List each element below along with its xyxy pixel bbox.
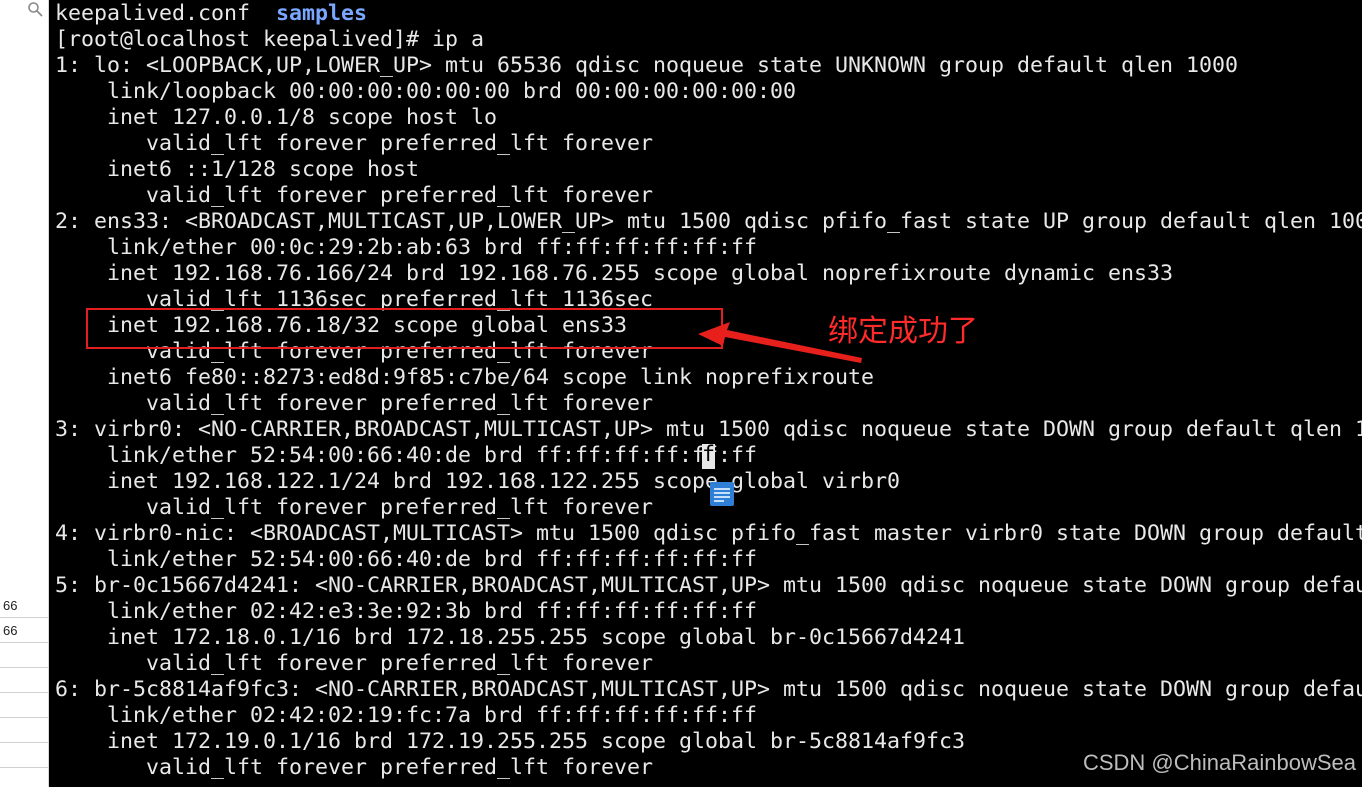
- terminal-line: 3: virbr0: <NO-CARRIER,BROADCAST,MULTICA…: [55, 417, 1362, 442]
- terminal-line: valid_lft forever preferred_lft forever: [146, 651, 654, 676]
- note-icon[interactable]: [709, 480, 735, 508]
- sidebar-cell: [0, 694, 48, 718]
- terminal-line: link/ether 00:0c:29:2b:ab:63 brd ff:ff:f…: [107, 235, 758, 260]
- terminal-line: 5: br-0c15667d4241: <NO-CARRIER,BROADCAS…: [55, 573, 1362, 598]
- screen: 66 66 keepalived.conf samples [root@loca…: [0, 0, 1362, 787]
- terminal-line: link/ether 02:42:e3:3e:92:3b brd ff:ff:f…: [107, 599, 758, 624]
- terminal-line: link/ether 52:54:00:66:40:de brd ff:ff:f…: [107, 547, 758, 572]
- left-sidebar: 66 66: [0, 0, 49, 787]
- sidebar-cell: [0, 744, 48, 768]
- terminal-output: keepalived.conf samples [root@localhost …: [55, 1, 1362, 781]
- terminal-line: inet 172.18.0.1/16 brd 172.18.255.255 sc…: [107, 625, 966, 650]
- file-name: keepalived.conf: [55, 1, 251, 26]
- sidebar-cell: [0, 719, 48, 743]
- terminal-prompt-line: [root@localhost keepalived]# ip a: [55, 27, 485, 52]
- sidebar-cell: 66: [0, 619, 48, 643]
- sidebar-cell: [0, 669, 48, 693]
- terminal-line: valid_lft forever preferred_lft forever: [146, 391, 654, 416]
- annotation-text: 绑定成功了: [828, 314, 978, 349]
- terminal-line: valid_lft forever preferred_lft forever: [146, 131, 654, 156]
- terminal-line: 4: virbr0-nic: <BROADCAST,MULTICAST> mtu…: [55, 521, 1362, 546]
- watermark: CSDN @ChinaRainbowSea: [1082, 750, 1356, 775]
- terminal-line: link/ether 02:42:02:19:fc:7a brd ff:ff:f…: [107, 703, 758, 728]
- terminal-line: valid_lft forever preferred_lft forever: [146, 183, 654, 208]
- directory-name: samples: [276, 1, 368, 26]
- terminal-line: 6: br-5c8814af9fc3: <NO-CARRIER,BROADCAS…: [55, 677, 1362, 702]
- terminal-line: inet 192.168.76.166/24 brd 192.168.76.25…: [107, 261, 1174, 286]
- terminal-line: 1: lo: <LOOPBACK,UP,LOWER_UP> mtu 65536 …: [55, 53, 1239, 78]
- sidebar-cell: 66: [0, 594, 48, 618]
- sidebar-cell: [0, 644, 48, 668]
- cursor-character: f: [702, 442, 716, 467]
- sidebar-cell: [0, 769, 48, 787]
- terminal-window[interactable]: keepalived.conf samples [root@localhost …: [49, 0, 1362, 787]
- terminal-line-listing: keepalived.conf samples: [55, 1, 1362, 27]
- terminal-line: 2: ens33: <BROADCAST,MULTICAST,UP,LOWER_…: [55, 209, 1362, 234]
- terminal-line: link/loopback 00:00:00:00:00:00 brd 00:0…: [107, 79, 797, 104]
- highlight-box: [86, 308, 723, 349]
- search-icon[interactable]: [27, 1, 43, 17]
- terminal-line: inet6 fe80::8273:ed8d:9f85:c7be/64 scope…: [107, 365, 875, 390]
- terminal-line: inet6 ::1/128 scope host: [107, 157, 420, 182]
- terminal-line: inet 127.0.0.1/8 scope host lo: [107, 105, 498, 130]
